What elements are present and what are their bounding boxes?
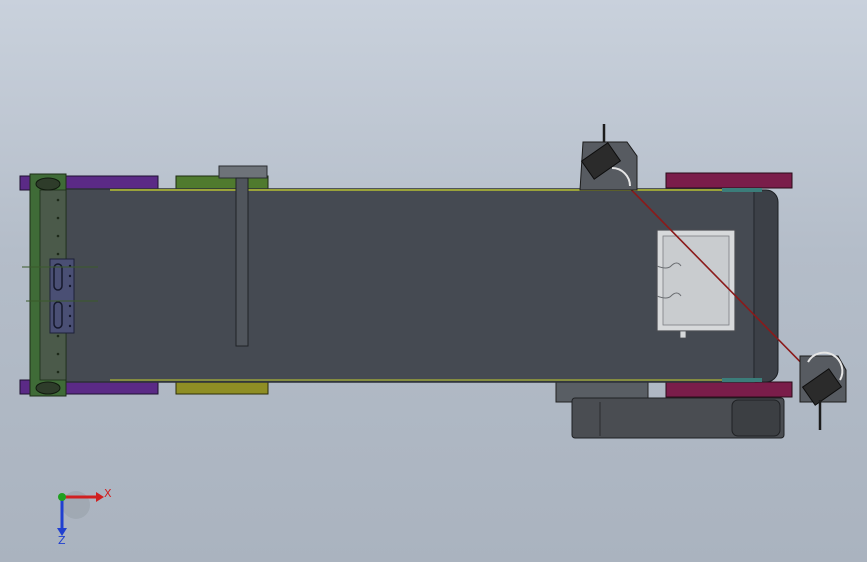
rail-fitting-bottom — [722, 378, 762, 382]
sensor-bottom-assembly — [799, 351, 847, 430]
cad-viewport[interactable]: X Z — [0, 0, 867, 562]
tail-slot-bottom — [35, 381, 61, 395]
frame-rail-bottom-magenta — [665, 381, 793, 398]
sensor-top-assembly — [579, 124, 638, 191]
y-axis-dot — [58, 493, 66, 501]
axis-triad: X Z — [57, 487, 112, 547]
workpiece-tab — [679, 330, 687, 339]
triad-origin-shadow — [62, 491, 90, 519]
frame-bracket-top-gray — [218, 165, 268, 179]
conveyor-belt — [57, 188, 755, 383]
rail-fitting-top — [722, 188, 762, 192]
x-axis-arrowhead — [96, 492, 104, 502]
x-axis-label: X — [104, 487, 112, 500]
conveyor-assembly-view: X Z — [19, 124, 847, 547]
workpiece-box-inner — [662, 235, 730, 326]
tail-slot-top — [35, 177, 61, 191]
frame-rail-top-magenta — [665, 172, 793, 189]
z-axis-label: Z — [58, 534, 66, 547]
drive-motor-cap — [731, 399, 781, 437]
belt-cleat — [235, 177, 249, 347]
